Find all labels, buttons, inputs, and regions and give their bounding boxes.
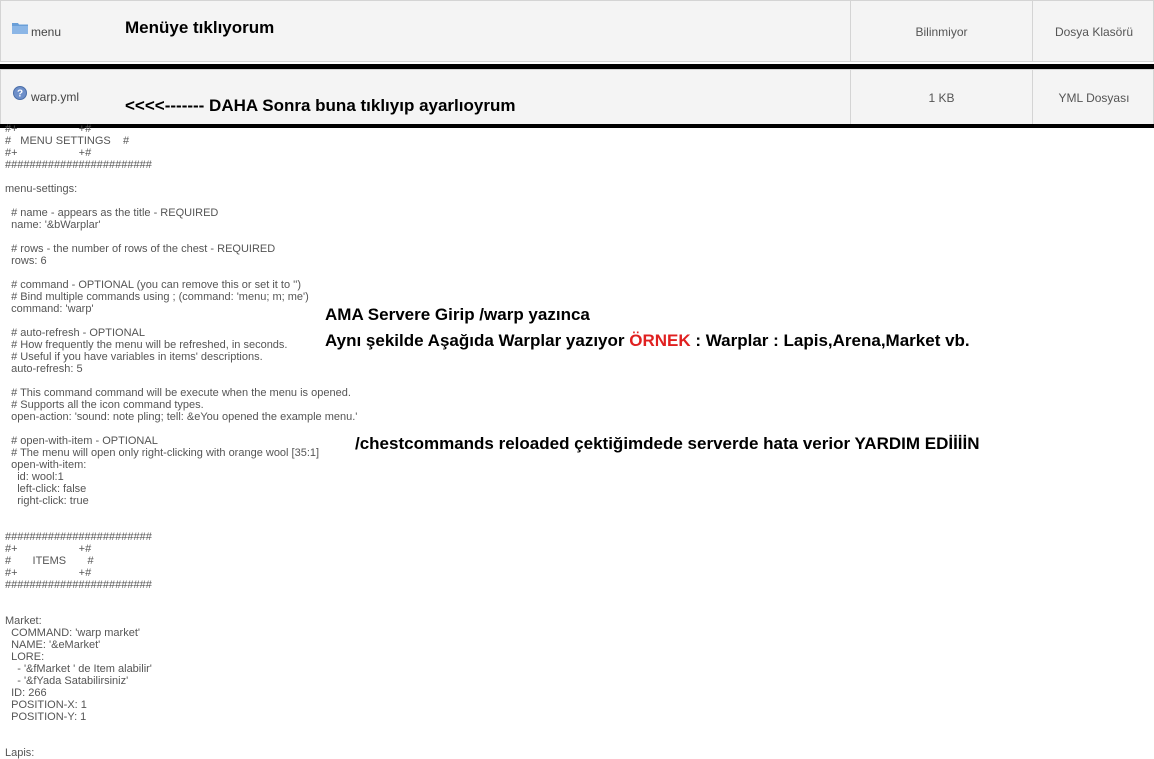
file-label-menu[interactable]: menu xyxy=(31,25,61,39)
annotation-server-line1: AMA Servere Girip /warp yazınca xyxy=(325,305,590,324)
file-label-warp[interactable]: warp.yml xyxy=(31,90,79,104)
folder-icon[interactable] xyxy=(12,22,28,34)
annotation-menu-click: Menüye tıklıyorum xyxy=(125,18,275,37)
annotation-example-label: ÖRNEK xyxy=(629,331,691,350)
yml-content: #+ +# # MENU SETTINGS # #+ +# ##########… xyxy=(5,123,358,759)
file-type: Dosya Klasörü xyxy=(1054,25,1134,39)
annotation-server-line2: Aynı şekilde Aşağıda Warplar yazıyor ÖRN… xyxy=(325,331,970,351)
svg-text:?: ? xyxy=(17,89,23,100)
file-size: 1 KB xyxy=(851,70,1033,125)
annotation-server-line2-a: Aynı şekilde Aşağıda Warplar yazıyor xyxy=(325,331,630,350)
file-type: YML Dosyası xyxy=(1058,91,1130,105)
file-size: Bilinmiyor xyxy=(851,1,1033,61)
help-icon[interactable]: ? xyxy=(13,86,27,100)
annotation-reload-error: /chestcommands reloaded çektiğimdede ser… xyxy=(355,434,980,453)
annotation-warp-click: <<<<------- DAHA Sonra buna tıklıyıp aya… xyxy=(125,96,516,115)
annotation-server-line2-b: : Warplar : Lapis,Arena,Market vb. xyxy=(690,331,970,350)
